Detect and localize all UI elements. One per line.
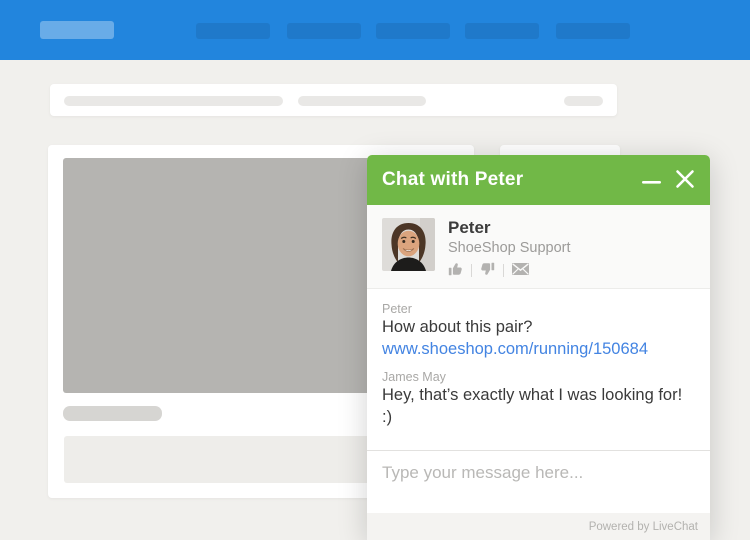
- mock-nav-item[interactable]: [556, 23, 630, 39]
- mock-nav-item[interactable]: [465, 23, 539, 39]
- message-text: Hey, that’s exactly what I was looking f…: [382, 385, 695, 429]
- thumbs-up-button[interactable]: [448, 262, 463, 279]
- mock-breadcrumb-bar: [50, 84, 617, 116]
- message-list: Peter How about this pair? www.shoeshop.…: [367, 289, 710, 450]
- placeholder-bar: [64, 96, 283, 106]
- divider: [503, 264, 504, 277]
- caption-placeholder: [63, 406, 162, 421]
- minimize-button[interactable]: [642, 166, 661, 194]
- mock-nav-item[interactable]: [196, 23, 270, 39]
- thumbs-down-button[interactable]: [480, 262, 495, 279]
- placeholder-bar: [564, 96, 603, 106]
- chat-widget: Chat with Peter: [367, 155, 710, 540]
- message-author: Peter: [382, 301, 695, 317]
- mock-nav-item[interactable]: [376, 23, 450, 39]
- thumbs-up-icon: [448, 262, 463, 279]
- demo-page: Chat with Peter: [0, 0, 750, 540]
- envelope-icon: [512, 263, 529, 278]
- minimize-icon: [642, 173, 661, 188]
- agent-info: Peter ShoeShop Support: [448, 218, 571, 279]
- mock-navbar: [0, 0, 750, 60]
- mock-logo[interactable]: [40, 21, 114, 39]
- email-transcript-button[interactable]: [512, 263, 529, 278]
- thumbs-down-icon: [480, 262, 495, 279]
- message-input[interactable]: [367, 451, 710, 513]
- divider: [471, 264, 472, 277]
- agent-name: Peter: [448, 219, 571, 238]
- chat-title: Chat with Peter: [382, 169, 628, 191]
- placeholder-bar: [298, 96, 426, 106]
- mock-nav-item[interactable]: [287, 23, 361, 39]
- agent-avatar: [382, 218, 435, 271]
- agent-subtitle: ShoeShop Support: [448, 239, 571, 257]
- close-button[interactable]: [675, 166, 695, 194]
- chat-header[interactable]: Chat with Peter: [367, 155, 710, 205]
- message-author: James May: [382, 369, 695, 385]
- agent-bar: Peter ShoeShop Support: [367, 205, 710, 289]
- powered-by-link[interactable]: Powered by LiveChat: [589, 521, 698, 533]
- rating-row: [448, 262, 571, 279]
- message-text: How about this pair?: [382, 317, 695, 339]
- composer: [367, 450, 710, 513]
- message-link[interactable]: www.shoeshop.com/running/150684: [382, 339, 648, 361]
- chat-footer: Powered by LiveChat: [367, 513, 710, 540]
- close-icon: [675, 169, 695, 192]
